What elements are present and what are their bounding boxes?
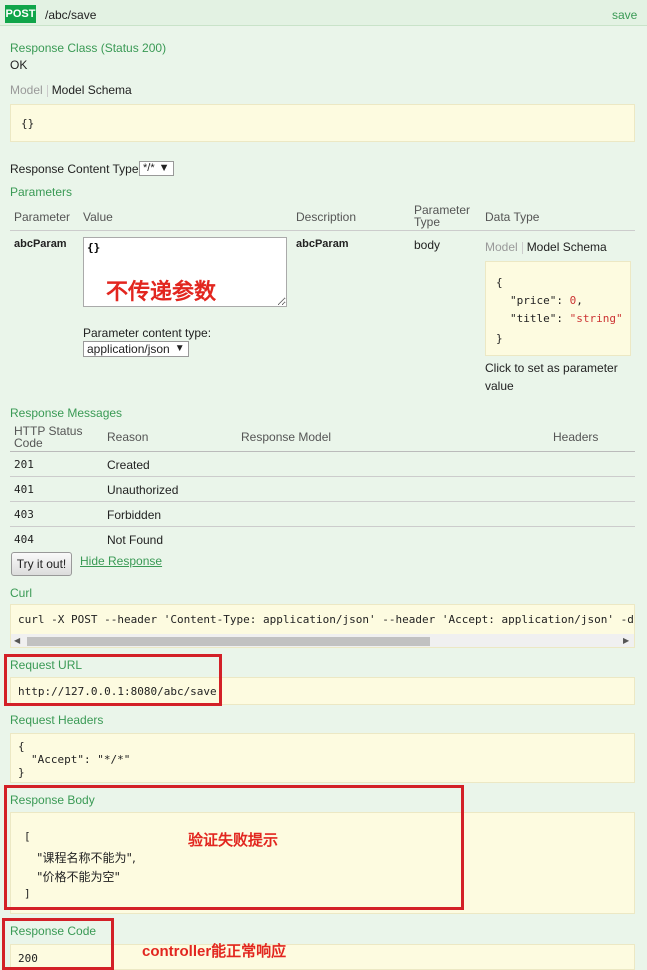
endpoint-header[interactable]: POST /abc/save save <box>0 0 647 26</box>
save-link[interactable]: save <box>612 8 637 22</box>
param-content-type-label: Parameter content type: <box>83 326 212 340</box>
schema-open-brace: { <box>496 276 503 289</box>
schema-price-value: 0 <box>569 294 577 307</box>
table-row: 403 Forbidden <box>10 502 635 527</box>
table-row: 404 Not Found <box>10 527 635 552</box>
schema-title-value: "string" <box>569 312 623 325</box>
col-value: Value <box>83 210 113 224</box>
param-tab-model-schema[interactable]: Model Schema <box>527 240 607 254</box>
try-it-out-button[interactable]: Try it out! <box>11 552 72 576</box>
headers-close: } <box>18 766 25 779</box>
curl-box[interactable]: curl -X POST --header 'Content-Type: app… <box>10 604 635 648</box>
status-code: 403 <box>14 508 34 521</box>
status-reason: Not Found <box>107 533 164 547</box>
scroll-thumb[interactable] <box>27 637 430 646</box>
status-reason: Unauthorized <box>107 483 179 497</box>
method-badge[interactable]: POST <box>5 5 36 23</box>
content-type-value: */* <box>143 162 155 174</box>
col-http-status: HTTP Status Code <box>14 424 83 450</box>
param-content-type-value: application/json <box>87 342 170 356</box>
status-code: 401 <box>14 483 34 496</box>
content-type-select[interactable]: */* ▼ <box>139 161 174 176</box>
status-reason: Forbidden <box>107 508 162 522</box>
curl-scrollbar[interactable]: ◀ ▶ <box>11 634 634 647</box>
schema-price-line: "price": 0, <box>510 294 583 307</box>
content-type-label: Response Content Type <box>10 162 139 176</box>
schema-title-key: "title" <box>510 312 557 325</box>
parameters-title: Parameters <box>10 185 73 199</box>
status-code: 404 <box>14 533 34 546</box>
response-schema-json: {} <box>21 117 35 130</box>
param-name: abcParam <box>14 238 67 250</box>
table-row: 201 Created <box>10 452 635 477</box>
col-reason: Reason <box>107 430 149 444</box>
col-headers: Headers <box>553 430 599 444</box>
table-row: 401 Unauthorized <box>10 477 635 502</box>
curl-title: Curl <box>10 586 33 600</box>
headers-accept: "Accept": "*/*" <box>31 753 131 766</box>
click-to-set-hint[interactable]: Click to set as parameter value <box>485 359 635 395</box>
headers-open: { <box>18 740 25 753</box>
param-schema-box[interactable]: { "price": 0, "title": "string" } <box>485 261 631 356</box>
curl-command: curl -X POST --header 'Content-Type: app… <box>18 613 634 626</box>
hide-response-link[interactable]: Hide Response <box>80 554 162 568</box>
param-content-type-select[interactable]: application/json ▼ <box>83 341 189 357</box>
tab-model-schema[interactable]: Model Schema <box>52 83 132 97</box>
param-model-tabs: Model Model Schema <box>485 240 607 254</box>
parameters-divider <box>10 230 635 231</box>
schema-price-key: "price" <box>510 294 557 307</box>
highlight-response-code <box>2 918 114 970</box>
endpoint-path[interactable]: /abc/save <box>45 8 96 22</box>
request-headers-box[interactable]: { "Accept": "*/*" } <box>10 733 635 783</box>
col-data-type: Data Type <box>485 210 540 224</box>
col-response-model: Response Model <box>241 430 332 444</box>
col-parameter-type: Parameter Type <box>414 203 471 229</box>
scroll-left-icon[interactable]: ◀ <box>14 636 20 645</box>
param-type: body <box>414 238 441 252</box>
annotation-no-params: 不传递参数 <box>106 279 217 304</box>
param-tab-model[interactable]: Model <box>485 240 518 254</box>
chevron-down-icon: ▼ <box>174 343 185 354</box>
col-parameter: Parameter <box>14 210 71 224</box>
response-status-text: OK <box>10 58 28 72</box>
response-schema-box[interactable]: {} <box>10 104 635 142</box>
annotation-validation-failed: 验证失败提示 <box>188 832 279 849</box>
model-tabs: Model Model Schema <box>10 83 132 97</box>
highlight-request-url <box>4 654 222 706</box>
param-description: abcParam <box>296 238 349 250</box>
annotation-controller-ok: controller能正常响应 <box>142 943 287 960</box>
response-messages-title: Response Messages <box>10 406 123 420</box>
scroll-right-icon[interactable]: ▶ <box>623 636 629 645</box>
request-headers-title: Request Headers <box>10 713 104 727</box>
tab-model[interactable]: Model <box>10 83 43 97</box>
schema-close-brace: } <box>496 332 503 345</box>
col-description: Description <box>296 210 357 224</box>
response-class-title: Response Class (Status 200) <box>10 41 167 55</box>
chevron-down-icon: ▼ <box>158 162 170 174</box>
status-code: 201 <box>14 458 34 471</box>
status-reason: Created <box>107 458 150 472</box>
schema-title-line: "title": "string" <box>510 312 623 325</box>
